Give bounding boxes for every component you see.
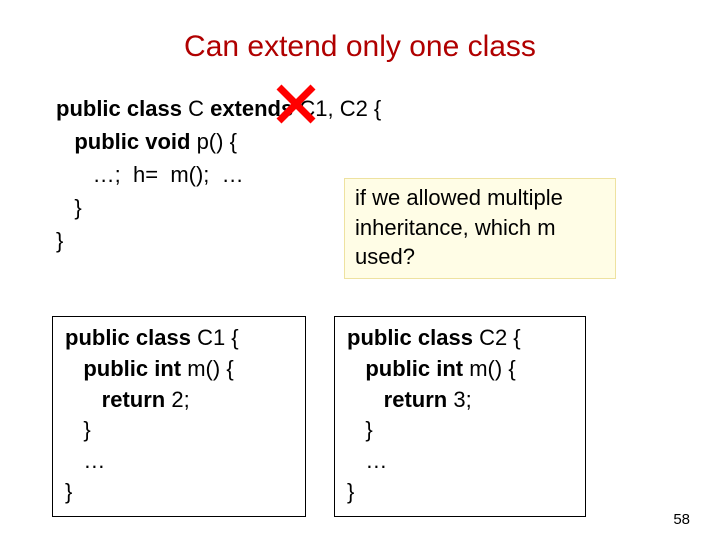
slide-title: Can extend only one class (0, 30, 720, 64)
txt: 3; (447, 387, 471, 412)
txt: p() { (190, 129, 236, 154)
kw-public-int: public int (65, 356, 181, 381)
code-ellipsis: … (65, 448, 105, 473)
kw-extends: extends (210, 96, 293, 121)
code-brace: } (65, 479, 72, 504)
code-brace: } (56, 195, 82, 220)
kw-return: return (65, 387, 165, 412)
kw-return: return (347, 387, 447, 412)
code-brace: } (65, 417, 91, 442)
kw-public-int: public int (347, 356, 463, 381)
callout-line: if we allowed multiple (355, 183, 605, 213)
class-c2-code: public class C2 { public int m() { retur… (334, 316, 586, 517)
txt: m() { (463, 356, 516, 381)
kw-public-void: public void (56, 129, 190, 154)
class-c1-code: public class C1 { public int m() { retur… (52, 316, 306, 517)
code-brace: } (56, 228, 63, 253)
kw-public-class: public class (65, 325, 191, 350)
code-ellipsis: … (347, 448, 387, 473)
inheritance-callout: if we allowed multiple inheritance, whic… (344, 178, 616, 279)
txt: C1 { (191, 325, 239, 350)
txt: m() { (181, 356, 234, 381)
callout-line: inheritance, which m (355, 213, 605, 243)
code-body-line: …; h= m(); … (56, 162, 244, 187)
code-brace: } (347, 417, 373, 442)
class-c-code: public class C extends C1, C2 { public v… (56, 92, 381, 257)
txt: 2; (165, 387, 189, 412)
kw-public-class: public class (56, 96, 182, 121)
txt: C2 { (473, 325, 521, 350)
page-number: 58 (673, 511, 690, 528)
kw-public-class: public class (347, 325, 473, 350)
txt: C (182, 96, 210, 121)
txt: C1, C2 { (293, 96, 381, 121)
code-brace: } (347, 479, 354, 504)
callout-line: used? (355, 242, 605, 272)
